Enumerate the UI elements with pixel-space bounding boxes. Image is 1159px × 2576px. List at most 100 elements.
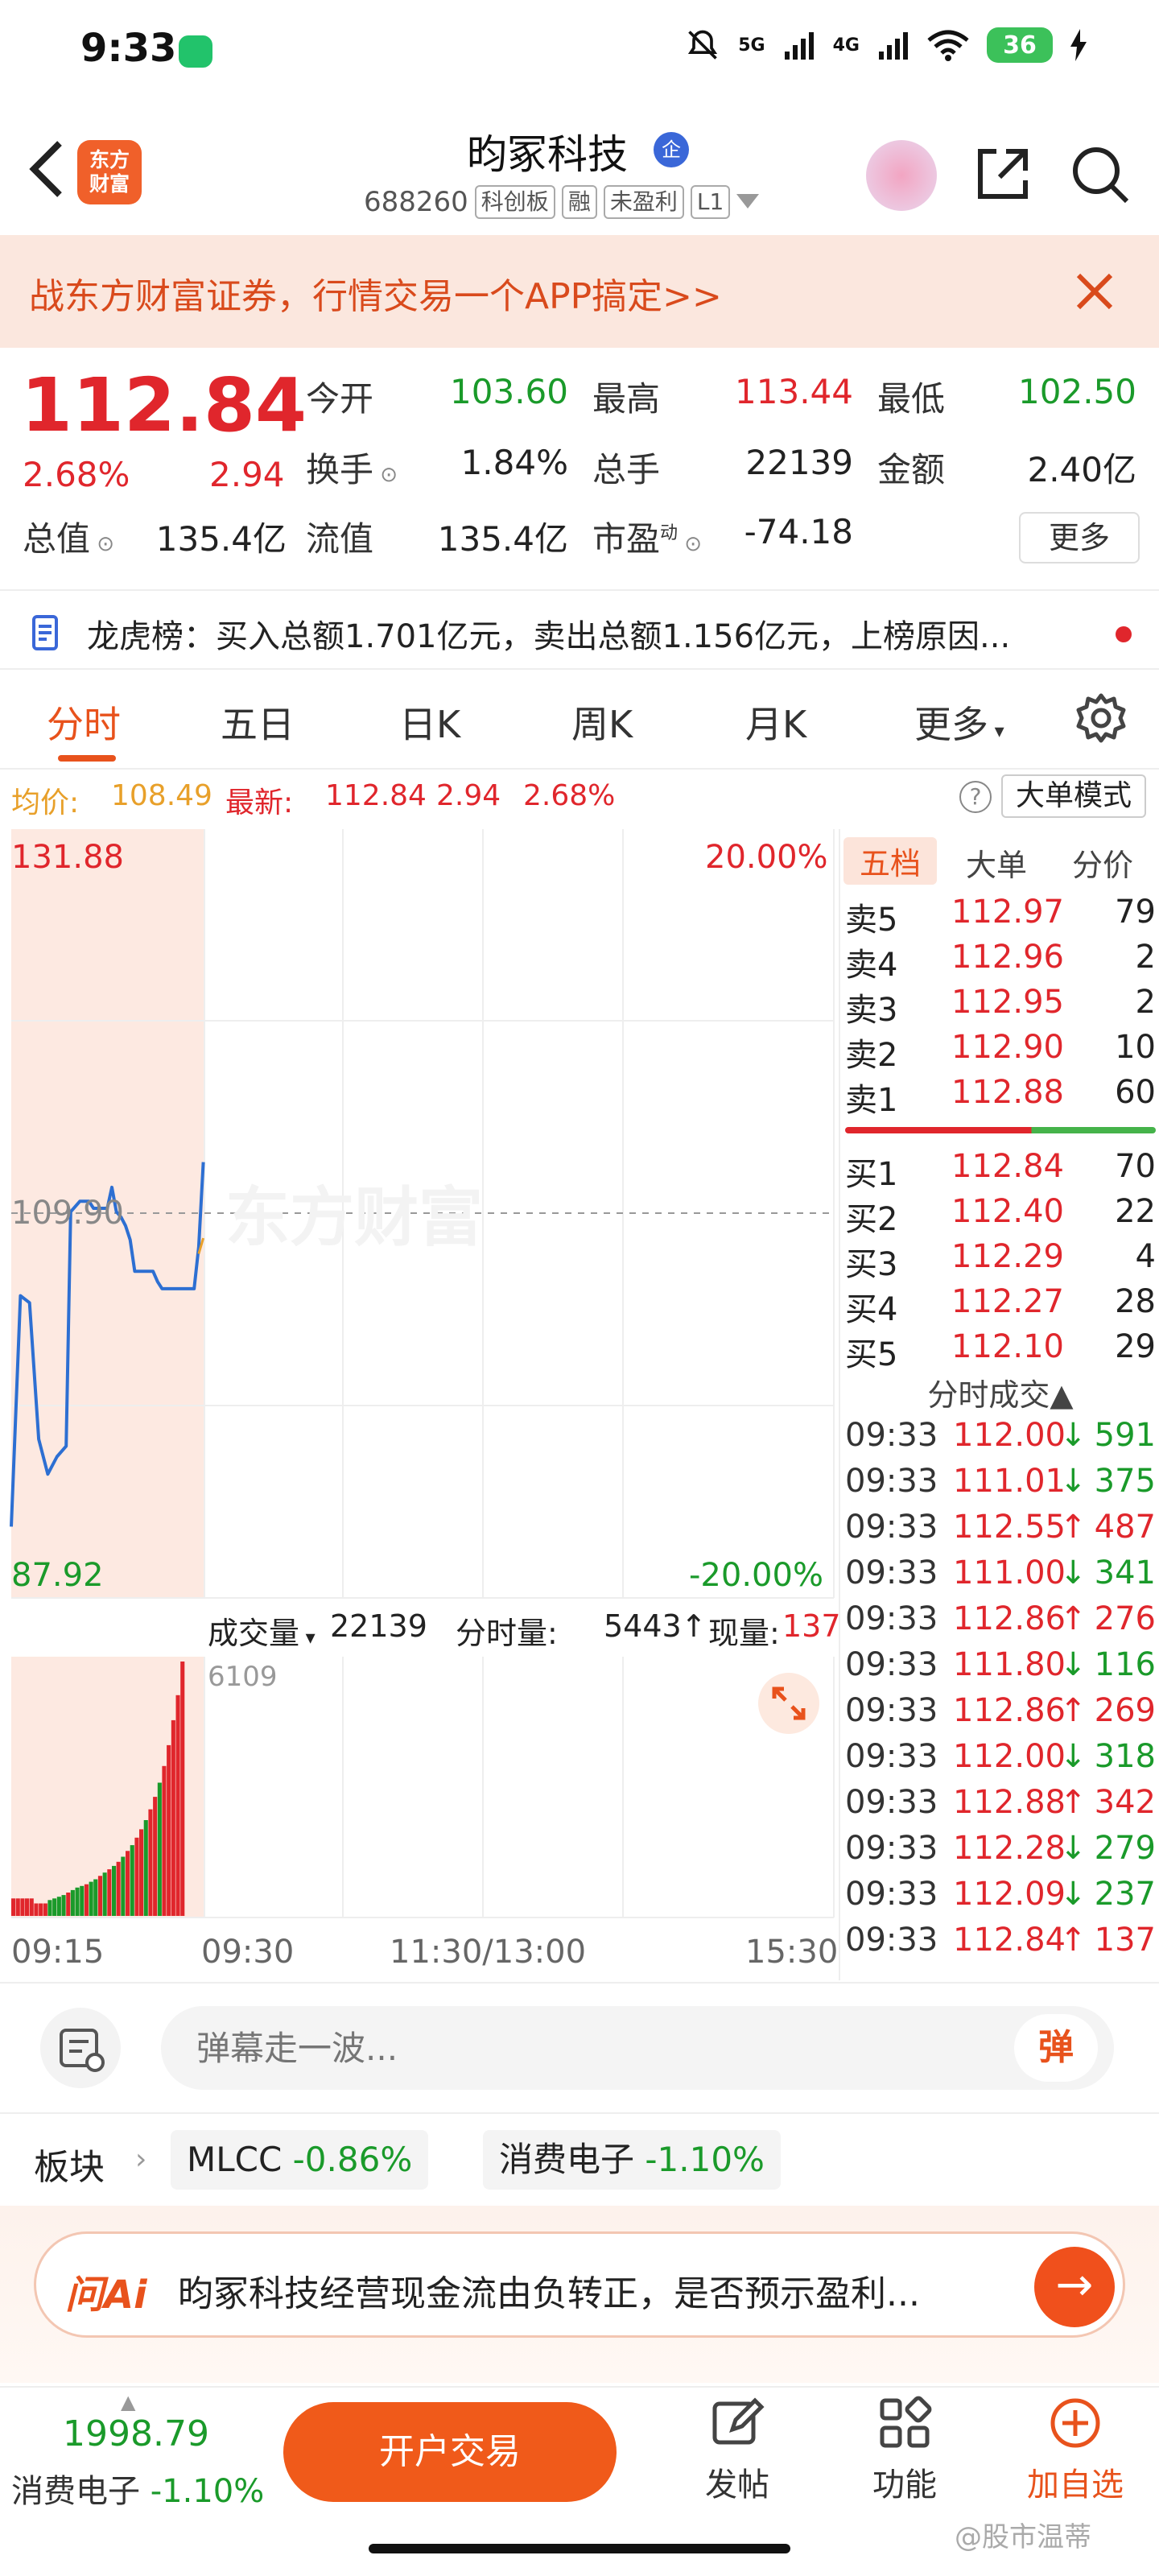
info-icon: ⊙	[373, 463, 398, 487]
nav-post[interactable]: 发帖	[673, 2396, 802, 2505]
trade-price: 111.80	[953, 1646, 1066, 1683]
sector-chip-mlcc[interactable]: MLCC -0.86%	[171, 2130, 429, 2190]
sector-chip-consumer-electronics[interactable]: 消费电子 -1.10%	[483, 2130, 781, 2190]
bid-row[interactable]: 买2 112.40 22	[840, 1193, 1159, 1238]
trade-price: 112.88	[953, 1784, 1066, 1821]
ask-row[interactable]: 卖5 112.97 79	[840, 894, 1159, 939]
back-arrow-icon[interactable]	[24, 137, 72, 201]
charging-icon	[1070, 29, 1087, 61]
volume-bar	[134, 1837, 139, 1916]
trade-time: 09:33	[845, 1509, 938, 1546]
wifi-icon	[927, 30, 969, 61]
mktcap-label[interactable]: 总值 ⊙	[23, 512, 114, 561]
trade-price: 112.00	[953, 1417, 1066, 1454]
ask-row[interactable]: 卖1 112.88 60	[840, 1074, 1159, 1119]
info-icon: ⊙	[678, 532, 703, 556]
level-price: 112.88	[951, 1074, 1064, 1111]
trade-row: 09:33 112.55 ↑ 487	[840, 1509, 1159, 1555]
nav-add-watchlist[interactable]: 加自选	[1011, 2396, 1140, 2505]
index-name-text: 消费电子	[11, 2473, 140, 2510]
high-value: 113.44	[735, 372, 853, 411]
volume-bar	[15, 1898, 20, 1916]
volume-bar	[121, 1856, 126, 1916]
danmaku-list-icon[interactable]	[40, 2008, 121, 2088]
avg-label: 均价:	[11, 786, 80, 819]
trade-direction-icon: ↓	[1059, 1876, 1087, 1913]
pe-value: -74.18	[744, 512, 853, 551]
price-chart[interactable]: 东方财富	[0, 829, 837, 1602]
status-icons: 5G 4G 36	[685, 27, 1087, 63]
volume-bar	[43, 1903, 47, 1916]
tab-daily-k[interactable]: 日K	[399, 696, 460, 749]
danmaku-input[interactable]	[161, 2006, 1114, 2090]
volume-selector-label: 成交量	[208, 1616, 300, 1651]
pe-label[interactable]: 市盈动 ⊙	[592, 512, 702, 561]
tab-price-distribution[interactable]: 分价	[1072, 840, 1133, 885]
volume-bar	[70, 1889, 75, 1916]
avg-value: 108.49	[111, 779, 212, 812]
trade-time: 09:33	[845, 1738, 938, 1775]
axis-top-percent: 20.00%	[705, 839, 828, 876]
danmaku-send-button[interactable]: 弹	[1014, 2014, 1098, 2082]
big-order-mode-button[interactable]: 大单模式	[1001, 774, 1146, 818]
index-name[interactable]: 消费电子 -1.10%	[11, 2465, 264, 2512]
time-label: 15:30	[745, 1934, 839, 1971]
ask-row[interactable]: 卖3 112.95 2	[840, 984, 1159, 1029]
volume-bar	[75, 1887, 80, 1916]
dropdown-triangle-icon[interactable]	[736, 194, 760, 210]
intraday-chart[interactable]: 东方财富 131.88 20.00% 109.90 87.92 -20.00% …	[0, 829, 841, 1980]
nav-functions[interactable]: 功能	[840, 2396, 969, 2505]
turnover-label[interactable]: 换手 ⊙	[306, 443, 398, 492]
trade-price: 112.55	[953, 1509, 1066, 1546]
volume-chart[interactable]: 6109	[0, 1657, 837, 1922]
amount-value: 2.40亿	[1027, 450, 1136, 489]
help-icon[interactable]: ?	[959, 781, 992, 813]
gear-icon[interactable]	[1075, 692, 1127, 744]
open-account-trade-button[interactable]: 开户交易	[283, 2402, 617, 2502]
bid-row[interactable]: 买5 112.10 29	[840, 1328, 1159, 1373]
promo-banner[interactable]: 战东方财富证券，行情交易一个APP搞定>>	[0, 235, 1159, 348]
tab-weekly-k[interactable]: 周K	[571, 696, 633, 749]
unread-dot	[1116, 626, 1132, 642]
tab-big-orders[interactable]: 大单	[966, 840, 1027, 885]
trade-volume: 375	[1094, 1463, 1156, 1500]
trades-title[interactable]: 分时成交▲	[840, 1370, 1159, 1414]
ask-row[interactable]: 卖2 112.90 10	[840, 1029, 1159, 1074]
level-label: 买2	[845, 1201, 898, 1238]
ai-question-box[interactable]: 问Ai 昀冢科技经营现金流由负转正，是否预示盈利... →	[34, 2231, 1125, 2338]
index-value[interactable]: 1998.79	[63, 2413, 209, 2454]
arrow-right-icon[interactable]: →	[1034, 2247, 1115, 2327]
volume-bar	[130, 1845, 134, 1916]
tab-intraday[interactable]: 分时	[47, 696, 121, 749]
app-logo[interactable]: 东方 财富	[77, 140, 142, 204]
axis-bottom-percent: -20.00%	[689, 1557, 823, 1594]
bid-row[interactable]: 买4 112.27 28	[840, 1283, 1159, 1328]
trade-price: 111.01	[953, 1463, 1066, 1500]
latest-value: 112.84	[325, 779, 427, 812]
sector-name: MLCC	[187, 2140, 283, 2179]
level-label: 卖1	[845, 1082, 898, 1119]
tab-more[interactable]: 更多 ▾	[914, 696, 1004, 749]
expand-icon[interactable]	[758, 1673, 819, 1734]
search-icon[interactable]	[1067, 142, 1132, 206]
ask-row[interactable]: 卖4 112.96 2	[840, 939, 1159, 984]
close-icon[interactable]	[1070, 267, 1119, 316]
chevron-right-icon[interactable]: ›	[135, 2143, 146, 2176]
nav-add-watchlist-label: 加自选	[1027, 2467, 1124, 2504]
trade-direction-icon: ↓	[1059, 1830, 1087, 1867]
avatar[interactable]	[866, 140, 937, 211]
chevron-up-icon[interactable]: ▲	[121, 2391, 135, 2413]
open-label: 今开	[306, 379, 374, 419]
level-price: 112.96	[951, 939, 1064, 976]
tab-monthly-k[interactable]: 月K	[745, 696, 806, 749]
home-indicator[interactable]	[369, 2544, 790, 2553]
bid-row[interactable]: 买1 112.84 70	[840, 1148, 1159, 1193]
bid-row[interactable]: 买3 112.29 4	[840, 1238, 1159, 1283]
share-icon[interactable]	[971, 142, 1035, 206]
more-button[interactable]: 更多	[1019, 512, 1140, 564]
dragon-tiger-row[interactable]: 龙虎榜：买入总额1.701亿元，卖出总额1.156亿元，上榜原因...	[0, 589, 1159, 670]
weibo-watermark: @股市温蒂	[955, 2521, 1091, 2553]
tab-five-levels[interactable]: 五档	[843, 837, 938, 885]
volume-selector[interactable]: 成交量 ▾	[208, 1608, 316, 1653]
tab-five-day[interactable]: 五日	[221, 696, 295, 749]
